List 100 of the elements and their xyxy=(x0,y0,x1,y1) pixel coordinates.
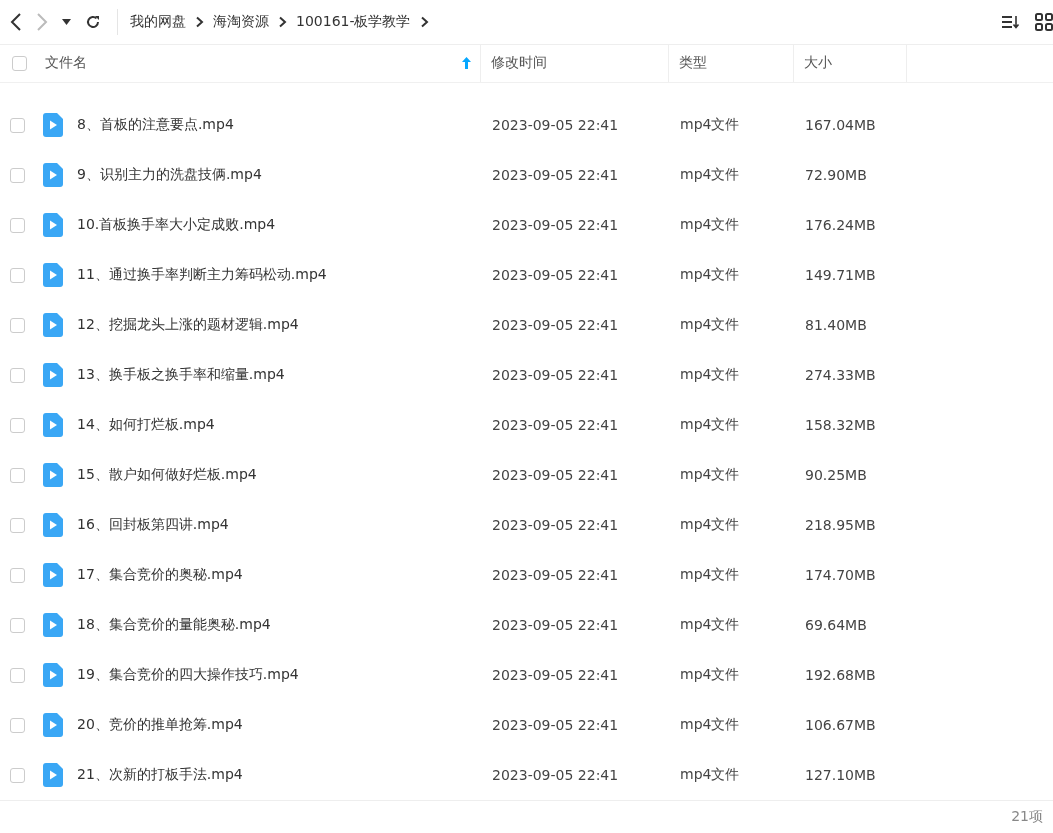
row-checkbox[interactable] xyxy=(10,267,25,283)
video-file-icon xyxy=(43,313,63,338)
chevron-icon xyxy=(419,15,429,28)
file-size: 149.71MB xyxy=(804,267,877,284)
file-name: 15、散户如何做好烂板.mp4 xyxy=(77,466,257,485)
row-checkbox[interactable] xyxy=(10,117,25,133)
file-size: 167.04MB xyxy=(804,117,877,134)
video-file-icon xyxy=(43,363,63,388)
file-name: 8、首板的注意要点.mp4 xyxy=(77,116,234,135)
column-header[interactable]: 修改时间 xyxy=(491,54,547,73)
file-type: mp4文件 xyxy=(679,466,741,485)
file-row[interactable]: 17、集合竞价的奥秘.mp4 2023-09-05 22:41 mp4文件 174.70MB xyxy=(0,550,1053,601)
file-row[interactable]: 15、散户如何做好烂板.mp4 2023-09-05 22:41 mp4文件 90.25MB xyxy=(0,450,1053,501)
row-checkbox[interactable] xyxy=(10,167,25,183)
file-name: 21、次新的打板手法.mp4 xyxy=(77,766,243,785)
file-name: 10.首板换手率大小定成败.mp4 xyxy=(77,216,276,235)
breadcrumb-link[interactable]: 我的网盘 xyxy=(130,12,186,31)
file-size: 174.70MB xyxy=(804,567,877,584)
file-row[interactable]: 16、回封板第四讲.mp4 2023-09-05 22:41 mp4文件 218.95MB xyxy=(0,500,1053,551)
sort-button[interactable] xyxy=(1001,13,1021,30)
video-file-icon xyxy=(43,763,63,788)
refresh-button[interactable] xyxy=(85,13,101,30)
file-name: 17、集合竞价的奥秘.mp4 xyxy=(77,566,243,585)
modified-time: 2023-09-05 22:41 xyxy=(491,667,620,684)
modified-time: 2023-09-05 22:41 xyxy=(491,167,620,184)
modified-time: 2023-09-05 22:41 xyxy=(491,117,620,134)
file-type: mp4文件 xyxy=(679,116,741,135)
file-type: mp4文件 xyxy=(679,316,741,335)
file-row[interactable]: 19、集合竞价的四大操作技巧.mp4 2023-09-05 22:41 mp4文件 192.68MB xyxy=(0,650,1053,701)
modified-time: 2023-09-05 22:41 xyxy=(491,767,620,784)
modified-time: 2023-09-05 22:41 xyxy=(491,367,620,384)
chevron-icon xyxy=(278,15,287,28)
file-size: 72.90MB xyxy=(804,167,868,184)
video-file-icon xyxy=(43,413,63,438)
file-size: 90.25MB xyxy=(804,467,868,484)
file-size: 158.32MB xyxy=(804,417,877,434)
history-dropdown-button[interactable] xyxy=(62,18,71,25)
file-row[interactable]: 9、识别主力的洗盘技俩.mp4 2023-09-05 22:41 mp4文件 72.90MB xyxy=(0,150,1053,201)
file-type: mp4文件 xyxy=(679,366,741,385)
file-row[interactable]: 21、次新的打板手法.mp4 2023-09-05 22:41 mp4文件 127.10MB xyxy=(0,750,1053,801)
file-type: mp4文件 xyxy=(679,616,741,635)
file-type: mp4文件 xyxy=(679,416,741,435)
file-row[interactable]: 14、如何打烂板.mp4 2023-09-05 22:41 mp4文件 158.32MB xyxy=(0,400,1053,451)
file-name: 11、通过换手率判断主力筹码松动.mp4 xyxy=(77,266,327,285)
breadcrumb-link[interactable]: 海淘资源 xyxy=(213,12,269,31)
file-row[interactable]: 18、集合竞价的量能奥秘.mp4 2023-09-05 22:41 mp4文件 69.64MB xyxy=(0,600,1053,651)
file-size: 176.24MB xyxy=(804,217,877,234)
modified-time: 2023-09-05 22:41 xyxy=(491,267,620,284)
file-row[interactable]: 20、竞价的推单抢筹.mp4 2023-09-05 22:41 mp4文件 106.67MB xyxy=(0,700,1053,751)
back-button[interactable] xyxy=(10,11,22,32)
select-all-checkbox[interactable] xyxy=(12,55,27,71)
file-name: 19、集合竞价的四大操作技巧.mp4 xyxy=(77,666,299,685)
file-row[interactable]: 8、首板的注意要点.mp4 2023-09-05 22:41 mp4文件 167.04MB xyxy=(0,100,1053,151)
file-row[interactable]: 11、通过换手率判断主力筹码松动.mp4 2023-09-05 22:41 mp4文件 149.71MB xyxy=(0,250,1053,301)
item-count: 21项 xyxy=(1011,808,1043,827)
row-checkbox[interactable] xyxy=(10,567,25,583)
file-size: 192.68MB xyxy=(804,667,877,684)
forward-button[interactable] xyxy=(36,11,48,32)
file-size: 127.10MB xyxy=(804,767,877,784)
file-row[interactable]: 13、换手板之换手率和缩量.mp4 2023-09-05 22:41 mp4文件 274.33MB xyxy=(0,350,1053,401)
column-header[interactable]: 类型 xyxy=(679,54,707,73)
row-checkbox[interactable] xyxy=(10,617,25,633)
grid-view-button[interactable] xyxy=(1035,12,1053,31)
file-name: 14、如何打烂板.mp4 xyxy=(77,416,215,435)
row-checkbox[interactable] xyxy=(10,317,25,333)
row-checkbox[interactable] xyxy=(10,417,25,433)
modified-time: 2023-09-05 22:41 xyxy=(491,317,620,334)
file-name: 20、竞价的推单抢筹.mp4 xyxy=(77,716,243,735)
video-file-icon xyxy=(43,113,63,138)
file-type: mp4文件 xyxy=(679,166,741,185)
row-checkbox[interactable] xyxy=(10,517,25,533)
modified-time: 2023-09-05 22:41 xyxy=(491,517,620,534)
row-checkbox[interactable] xyxy=(10,217,25,233)
row-checkbox[interactable] xyxy=(10,667,25,683)
modified-time: 2023-09-05 22:41 xyxy=(491,417,620,434)
breadcrumb-link[interactable]: 100161-板学教学 xyxy=(296,12,411,31)
row-checkbox[interactable] xyxy=(10,467,25,483)
video-file-icon xyxy=(43,713,63,738)
modified-time: 2023-09-05 22:41 xyxy=(491,617,620,634)
file-name: 9、识别主力的洗盘技俩.mp4 xyxy=(77,166,262,185)
row-checkbox[interactable] xyxy=(10,367,25,383)
video-file-icon xyxy=(43,213,63,238)
row-checkbox[interactable] xyxy=(10,767,25,783)
column-header[interactable]: 大小 xyxy=(804,54,832,73)
row-checkbox[interactable] xyxy=(10,717,25,733)
chevron-icon xyxy=(195,15,204,28)
modified-time: 2023-09-05 22:41 xyxy=(491,717,620,734)
file-name: 16、回封板第四讲.mp4 xyxy=(77,516,229,535)
video-file-icon xyxy=(43,263,63,288)
file-type: mp4文件 xyxy=(679,566,741,585)
file-row[interactable]: 10.首板换手率大小定成败.mp4 2023-09-05 22:41 mp4文件 176.24MB xyxy=(0,200,1053,251)
file-name: 13、换手板之换手率和缩量.mp4 xyxy=(77,366,285,385)
video-file-icon xyxy=(43,563,63,588)
video-file-icon xyxy=(43,163,63,188)
modified-time: 2023-09-05 22:41 xyxy=(491,217,620,234)
file-row[interactable]: 12、挖掘龙头上涨的题材逻辑.mp4 2023-09-05 22:41 mp4文件 81.40MB xyxy=(0,300,1053,351)
video-file-icon xyxy=(43,513,63,538)
modified-time: 2023-09-05 22:41 xyxy=(491,467,620,484)
column-header[interactable]: 文件名 xyxy=(45,54,87,73)
video-file-icon xyxy=(43,663,63,688)
